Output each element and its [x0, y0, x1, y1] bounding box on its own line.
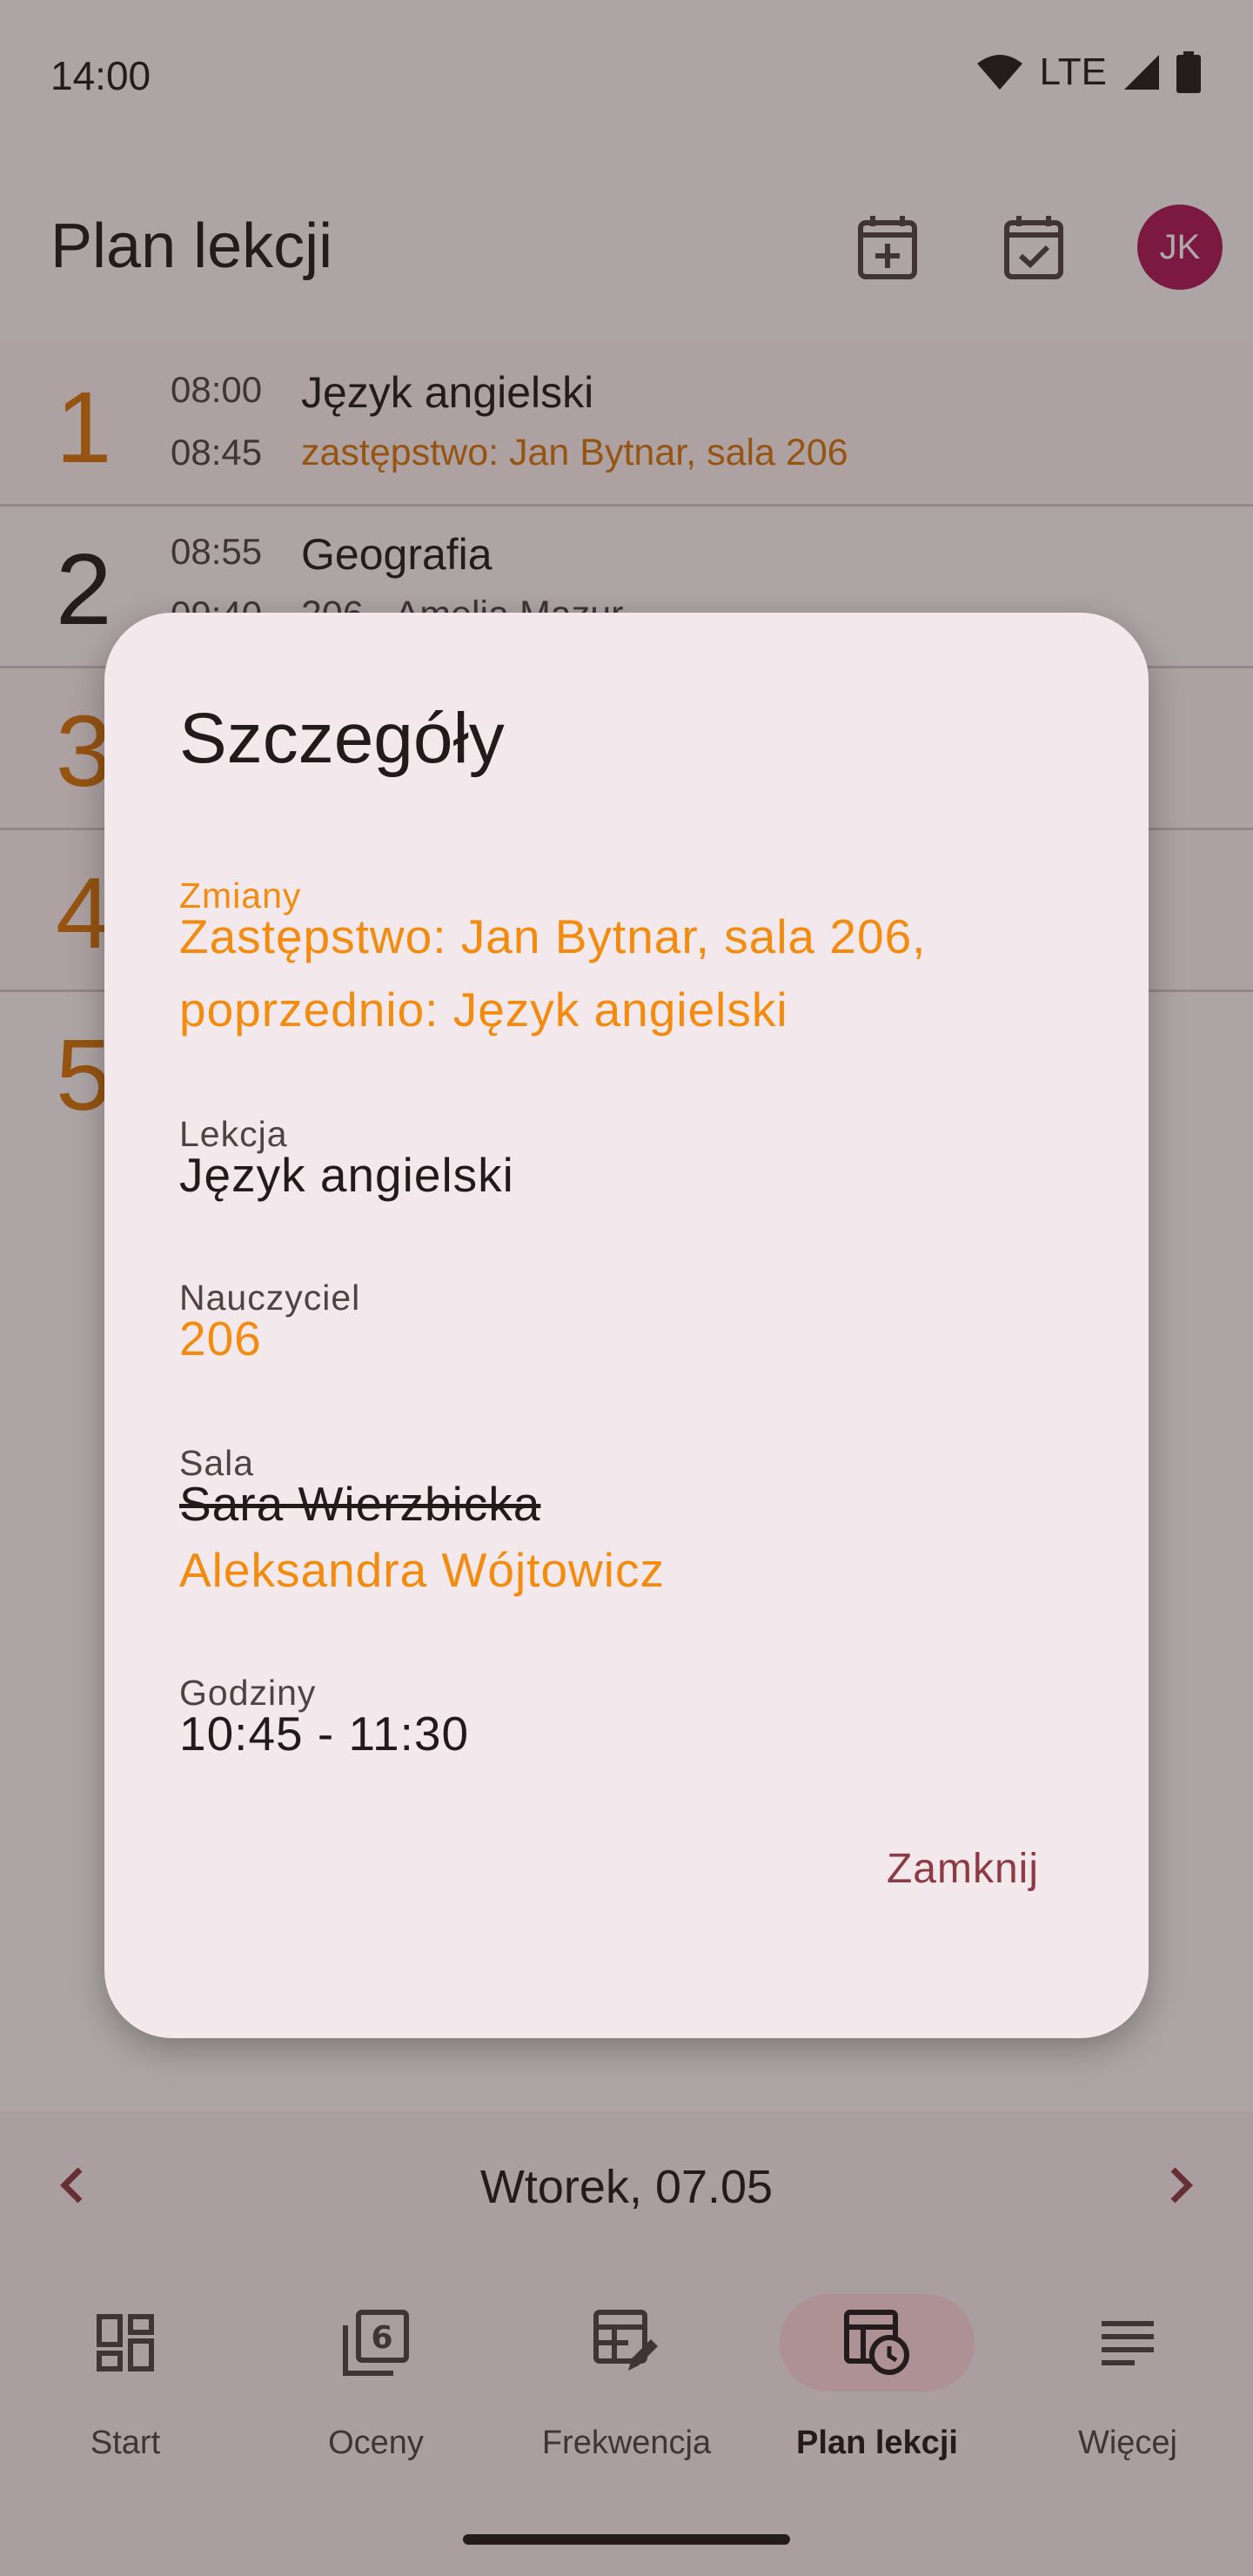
room-old-value: Sara Wierzbicka [179, 1477, 541, 1531]
dialog-title: Szczegóły [179, 699, 505, 778]
teacher-value: 206 [179, 1311, 262, 1365]
hours-value: 10:45 - 11:30 [179, 1707, 470, 1761]
lesson-value: Język angielski [179, 1148, 514, 1202]
room-new-value: Aleksandra Wójtowicz [179, 1543, 665, 1597]
changes-line-2: poprzednio: Język angielski [179, 983, 788, 1036]
changes-line-1: Zastępstwo: Jan Bytnar, sala 206, [179, 909, 927, 963]
details-dialog: Szczegóły Zmiany Zastępstwo: Jan Bytnar,… [104, 613, 1149, 2038]
close-button[interactable]: Zamknij [887, 1845, 1039, 1893]
